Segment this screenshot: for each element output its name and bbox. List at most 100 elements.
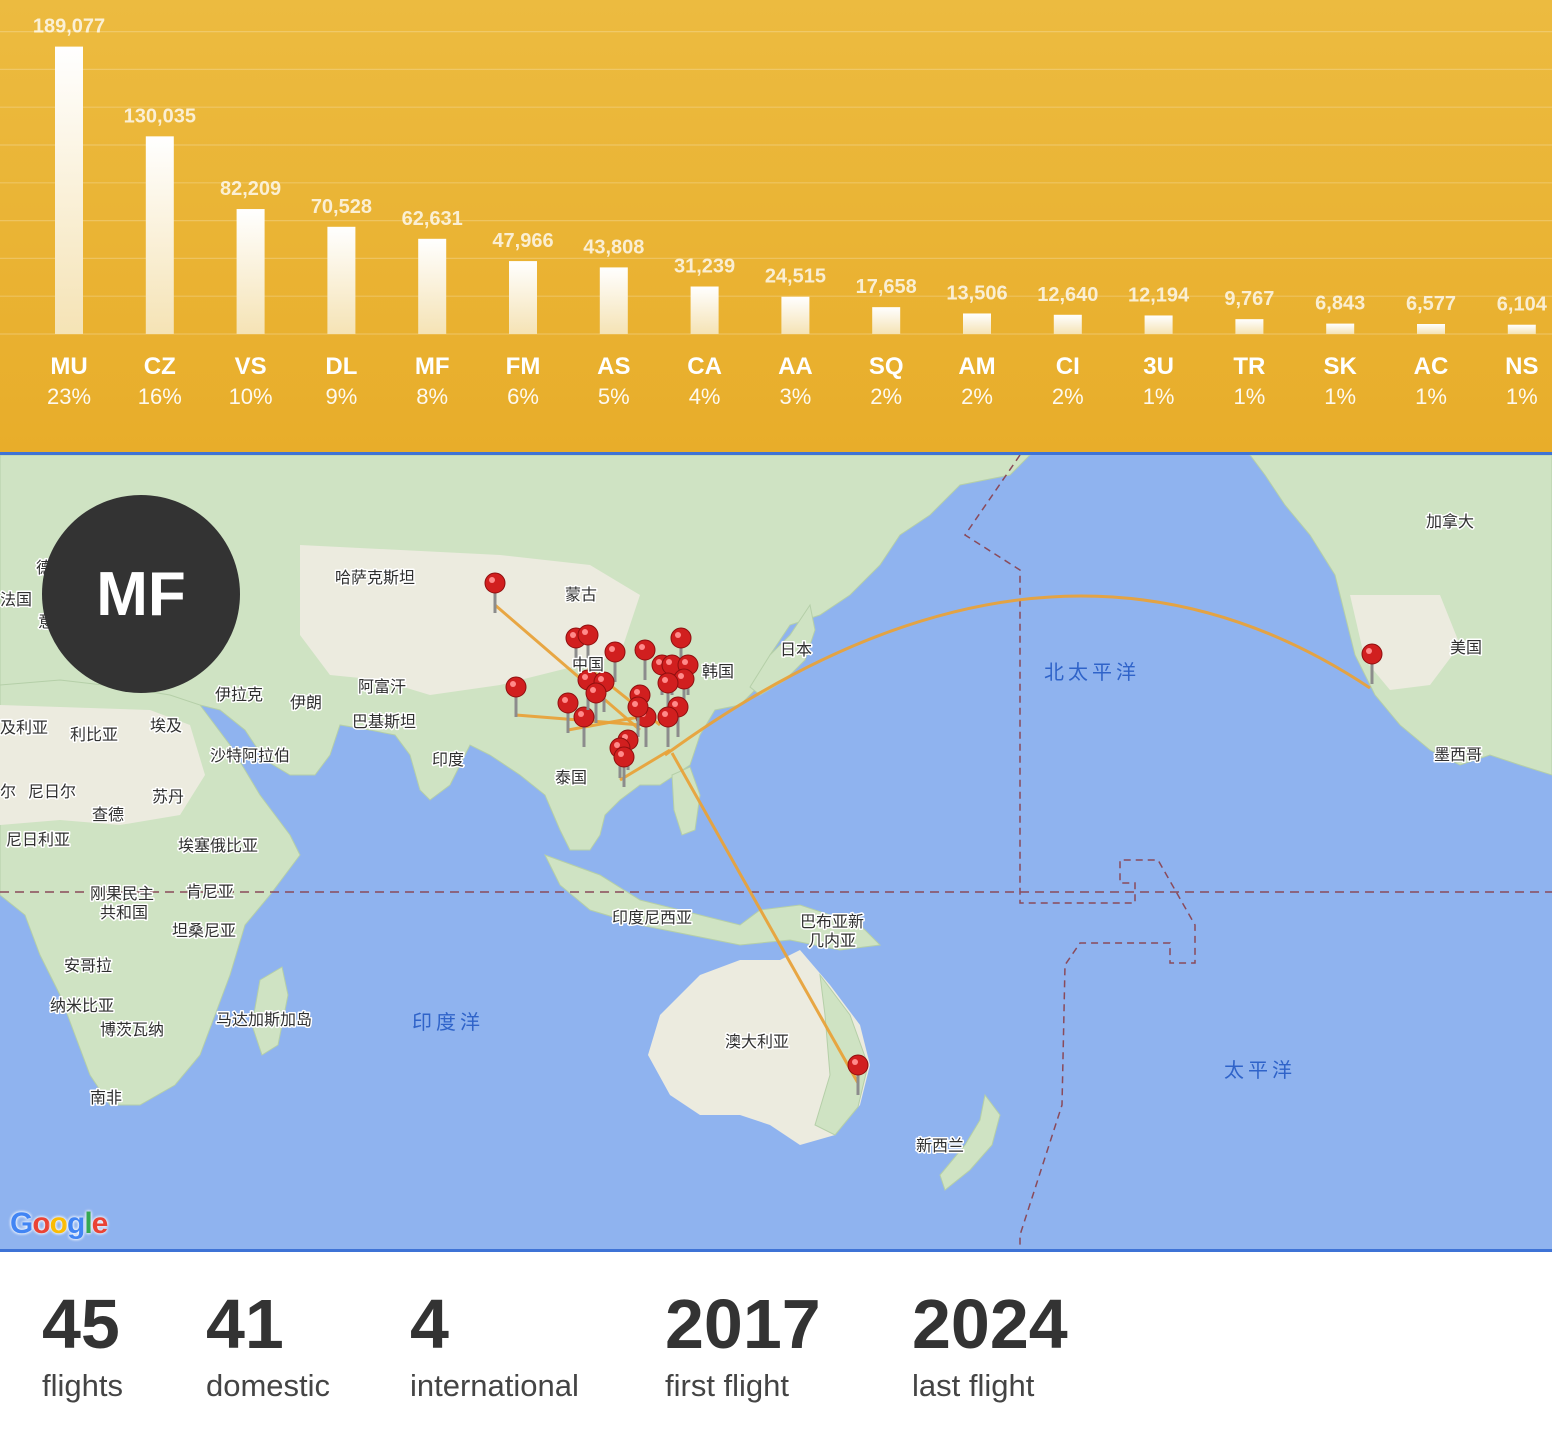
stat-domestic-label: domestic (206, 1368, 331, 1403)
pin-highlight (675, 632, 681, 638)
google-logo[interactable]: Google (10, 1207, 108, 1241)
airport-pin[interactable] (577, 624, 599, 646)
label-mongolia: 蒙古 (565, 585, 597, 604)
bar-fm[interactable] (509, 261, 537, 334)
bar-am[interactable] (963, 313, 991, 334)
bar-value-label: 6,104 (1497, 294, 1548, 316)
airport-pin[interactable] (557, 692, 579, 714)
bar-value-label: 31,239 (674, 256, 735, 278)
stat-domestic-value: 41 (206, 1285, 284, 1363)
label-nigeria: 尼日利亚 (6, 830, 70, 849)
bar-cz[interactable] (145, 136, 174, 334)
google-letter: l (84, 1207, 92, 1240)
label-mali: 尔 (0, 782, 16, 801)
label-pacific: 太平洋 (1224, 1058, 1296, 1082)
label-algeria: 及利亚 (0, 718, 48, 737)
bar-as[interactable] (599, 267, 628, 334)
airline-code-label: AS (597, 353, 630, 380)
bar-value-label: 47,966 (492, 230, 553, 252)
label-drc-line1: 刚果民主 (90, 884, 154, 903)
airline-share-label: 1% (1143, 384, 1175, 409)
airport-pin[interactable] (627, 696, 649, 718)
bar-mu[interactable] (55, 46, 83, 334)
bar-sq[interactable] (872, 307, 901, 334)
airline-code-label: 3U (1143, 353, 1174, 380)
airport-pin[interactable] (573, 706, 595, 728)
airline-code-label: AC (1414, 353, 1449, 380)
airport-pin[interactable] (585, 682, 607, 704)
airline-code-label: NS (1505, 353, 1538, 380)
pin-highlight (666, 659, 672, 665)
bar-value-label: 12,194 (1128, 284, 1190, 306)
airport-pin[interactable] (613, 746, 635, 768)
pin-highlight (662, 677, 668, 683)
stat-first-flight-label: first flight (665, 1368, 790, 1403)
pin-highlight (634, 689, 640, 695)
bar-value-label: 9,767 (1224, 288, 1274, 310)
bar-tr[interactable] (1235, 319, 1264, 334)
label-usa: 美国 (1450, 638, 1482, 657)
bar-value-label: 189,077 (33, 16, 105, 38)
bar-dl[interactable] (327, 226, 356, 334)
airline-share-label: 6% (507, 384, 539, 409)
bar-mf[interactable] (418, 238, 447, 334)
pin-highlight (639, 644, 645, 650)
airport-pin[interactable] (657, 706, 679, 728)
pin-highlight (582, 629, 588, 635)
airport-pin[interactable] (484, 572, 506, 594)
airline-code-label: FM (506, 353, 541, 380)
airline-share-label: 4% (689, 384, 721, 409)
bar-ac[interactable] (1417, 324, 1445, 334)
label-indian-ocean: 印度洋 (412, 1010, 484, 1034)
label-new-zealand: 新西兰 (916, 1136, 964, 1155)
google-letter: g (67, 1207, 85, 1240)
stat-international-value: 4 (410, 1285, 449, 1363)
bar-vs[interactable] (236, 209, 265, 334)
route-map[interactable]: 哈萨克斯坦 蒙古 中国 韩国 日本 伊拉克 伊朗 阿富汗 巴基斯坦 印度 泰国 … (0, 452, 1552, 1252)
label-kazakhstan: 哈萨克斯坦 (335, 568, 415, 587)
airline-bar-chart: 189,077 MU 23% 130,035 CZ 16% 82,209 VS 10% 70,52… (0, 0, 1552, 452)
label-egypt: 埃及 (150, 716, 182, 735)
label-iran: 伊朗 (290, 693, 322, 712)
pin-highlight (562, 697, 568, 703)
chart-canvas: 189,077 MU 23% 130,035 CZ 16% 82,209 VS 10% 70,52… (0, 16, 1552, 409)
label-namibia: 纳米比亚 (50, 996, 114, 1015)
airport-pin[interactable] (847, 1054, 869, 1076)
bar-sk[interactable] (1326, 323, 1355, 334)
airline-share-label: 23% (47, 384, 91, 409)
airport-pin[interactable] (657, 672, 679, 694)
airline-code-label: CA (687, 353, 722, 380)
airport-pin[interactable] (505, 676, 527, 698)
label-madagascar: 马达加斯加岛 (216, 1010, 312, 1029)
google-letter: G (10, 1207, 33, 1240)
label-angola: 安哥拉 (64, 956, 112, 975)
pin-highlight (614, 742, 620, 748)
label-india: 印度 (432, 750, 464, 769)
stat-flights-label: flights (42, 1368, 123, 1403)
bar-aa[interactable] (781, 296, 810, 334)
label-tanzania: 坦桑尼亚 (172, 921, 236, 940)
pin-highlight (609, 646, 615, 652)
bar-3u[interactable] (1144, 315, 1173, 334)
label-china: 中国 (572, 655, 604, 674)
airport-pin[interactable] (634, 639, 656, 661)
label-kenya: 肯尼亚 (186, 882, 234, 901)
airline-code-label: MF (415, 353, 450, 380)
label-sudan: 苏丹 (152, 787, 184, 806)
stat-flights-value: 45 (42, 1285, 120, 1363)
pin-highlight (489, 577, 495, 583)
airline-share-label: 1% (1234, 384, 1266, 409)
stat-domestic: 41 domestic (206, 1284, 330, 1406)
airport-pin[interactable] (604, 641, 626, 663)
bar-value-label: 70,528 (311, 196, 372, 218)
airline-code-label: MU (50, 353, 87, 380)
airline-share-label: 10% (229, 384, 273, 409)
label-png-line1: 巴布亚新 (800, 912, 864, 931)
airport-pin[interactable] (1361, 643, 1383, 665)
airport-pin[interactable] (670, 627, 692, 649)
pin-highlight (590, 687, 596, 693)
bar-ci[interactable] (1053, 314, 1082, 334)
bar-ns[interactable] (1507, 324, 1536, 334)
pin-highlight (510, 681, 516, 687)
bar-ca[interactable] (690, 286, 719, 334)
